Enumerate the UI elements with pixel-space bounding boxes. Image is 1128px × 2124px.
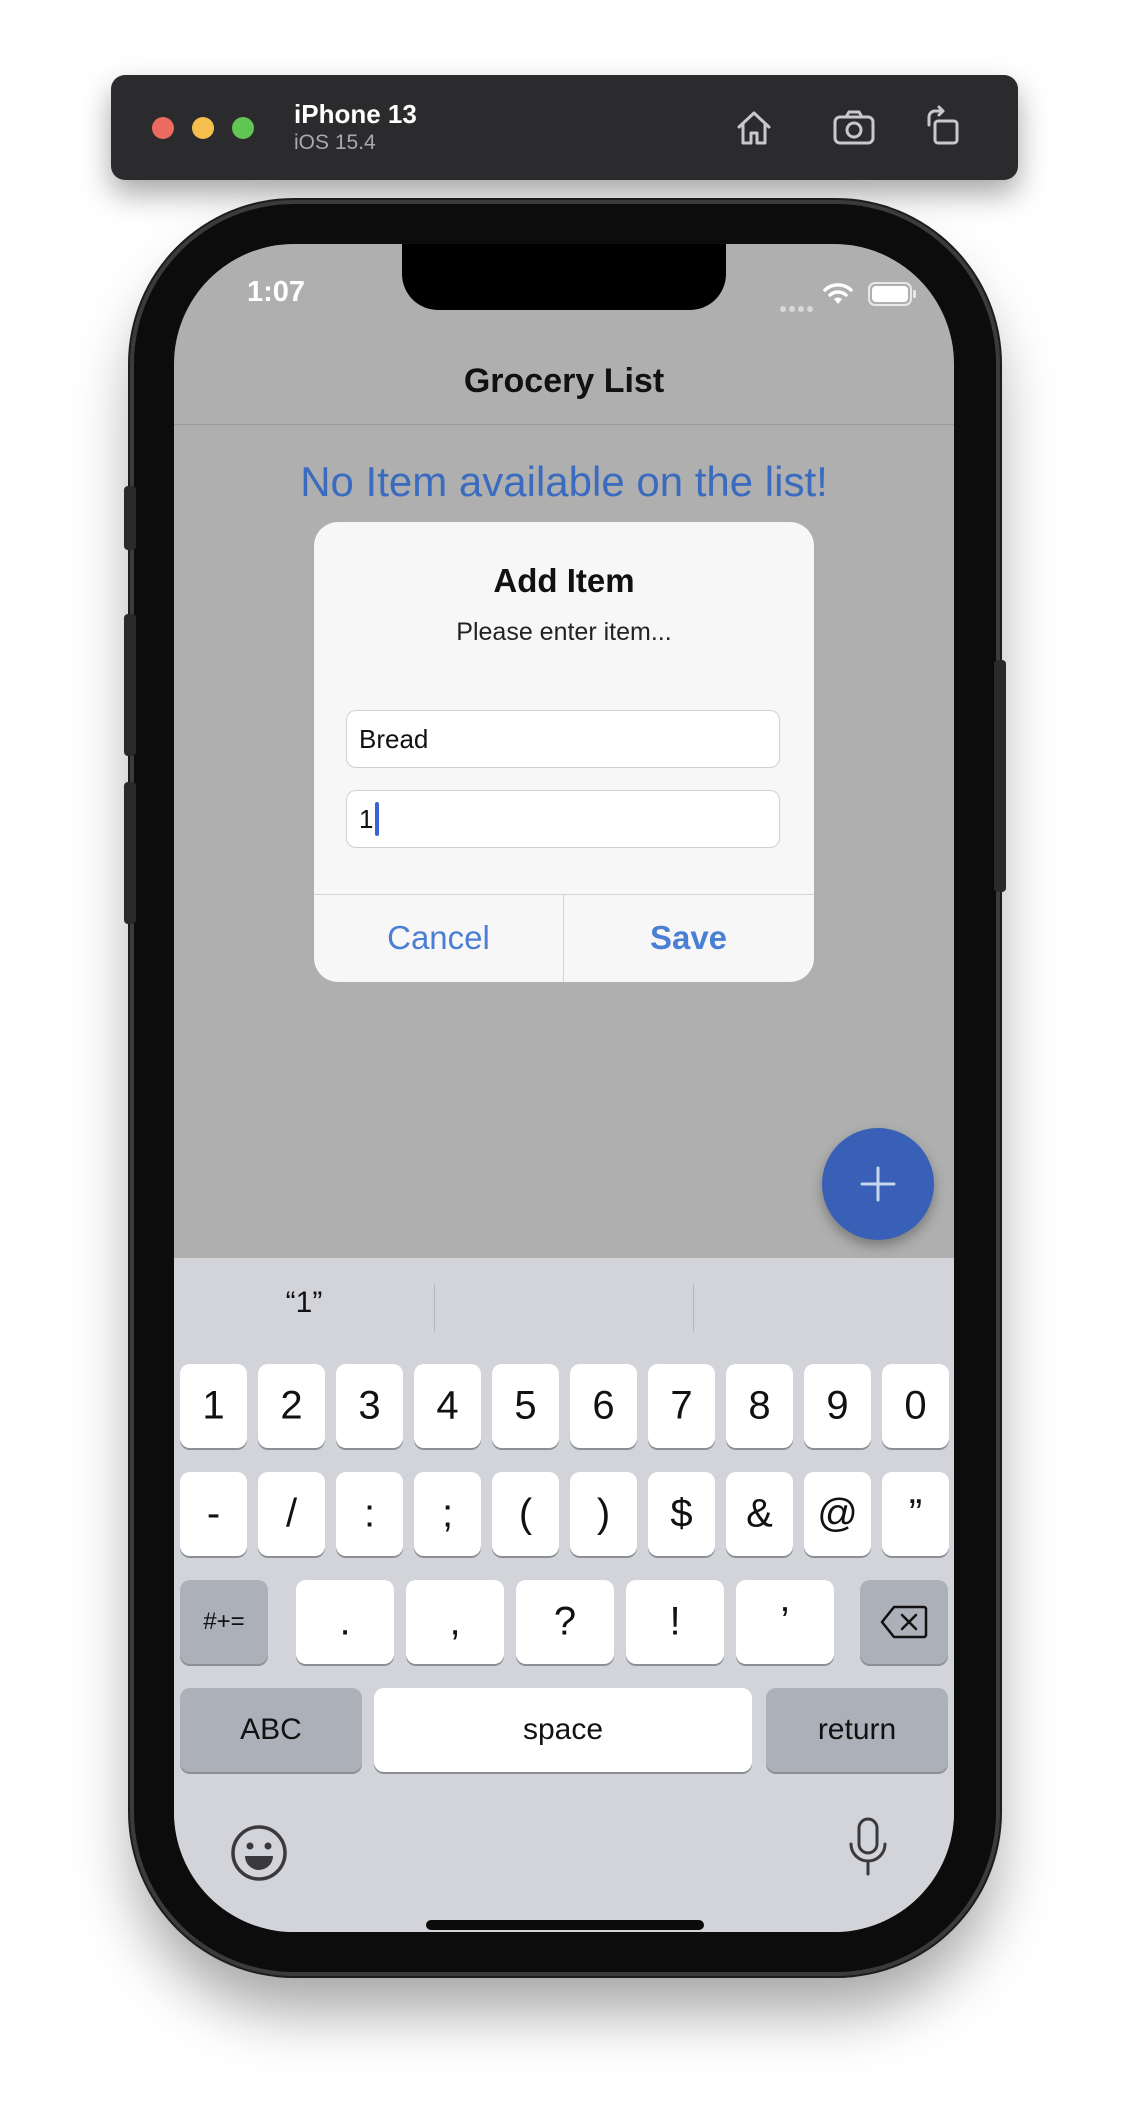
suggestion-divider xyxy=(434,1284,435,1332)
minimize-window-button[interactable] xyxy=(192,117,214,139)
key-punct-4[interactable]: ( xyxy=(492,1472,559,1556)
key-punct-0[interactable]: - xyxy=(180,1472,247,1556)
text-cursor xyxy=(375,802,380,837)
mic-icon[interactable] xyxy=(846,1816,890,1885)
suggestion-item[interactable]: “1” xyxy=(174,1286,434,1320)
home-indicator xyxy=(426,1920,704,1930)
zoom-window-button[interactable] xyxy=(232,117,254,139)
key-number-3[interactable]: 4 xyxy=(414,1364,481,1448)
key-punct-1[interactable]: / xyxy=(258,1472,325,1556)
key-symbol-1[interactable]: , xyxy=(406,1580,504,1664)
key-punct-9[interactable]: ” xyxy=(882,1472,949,1556)
device-name: iPhone 13 xyxy=(294,99,417,129)
key-symbol-0[interactable]: . xyxy=(296,1580,394,1664)
home-icon[interactable] xyxy=(729,103,779,153)
plus-icon xyxy=(860,1166,896,1202)
add-item-dialog: Add Item Please enter item... Bread 1 Ca… xyxy=(314,522,814,982)
add-item-button[interactable] xyxy=(822,1128,934,1240)
quantity-value: 1 xyxy=(359,804,374,834)
key-punct-3[interactable]: ; xyxy=(414,1472,481,1556)
delete-icon xyxy=(880,1605,928,1639)
keyboard: “1” 1234567890 - /:;() $ & @” .,?!’ #+= ABC … xyxy=(174,1258,954,1932)
key-number-5[interactable]: 6 xyxy=(570,1364,637,1448)
cancel-button[interactable]: Cancel xyxy=(314,894,563,982)
power-button xyxy=(994,660,1006,892)
os-version: iOS 15.4 xyxy=(294,131,376,154)
key-number-1[interactable]: 2 xyxy=(258,1364,325,1448)
key-punct-8[interactable]: @ xyxy=(804,1472,871,1556)
key-punct-5[interactable]: ) xyxy=(570,1472,637,1556)
key-number-6[interactable]: 7 xyxy=(648,1364,715,1448)
delete-key[interactable] xyxy=(860,1580,948,1664)
space-key[interactable]: space xyxy=(374,1688,752,1772)
volume-down-button xyxy=(124,782,136,924)
item-name-value: Bread xyxy=(359,724,429,754)
page-title: Grocery List xyxy=(463,362,665,400)
key-number-4[interactable]: 5 xyxy=(492,1364,559,1448)
key-punct-6[interactable]: $ xyxy=(648,1472,715,1556)
emoji-icon[interactable] xyxy=(230,1824,288,1887)
dialog-title: Add Item xyxy=(493,562,635,599)
notch xyxy=(402,244,726,310)
suggestion-divider xyxy=(693,1284,694,1332)
key-number-0[interactable]: 1 xyxy=(180,1364,247,1448)
suggestion-bar: “1” xyxy=(174,1258,954,1358)
key-number-9[interactable]: 0 xyxy=(882,1364,949,1448)
key-symbol-4[interactable]: ’ xyxy=(736,1580,834,1664)
wifi-icon xyxy=(821,280,855,311)
nav-divider xyxy=(174,424,954,425)
item-name-field[interactable]: Bread xyxy=(346,710,780,768)
quantity-field[interactable]: 1 xyxy=(346,790,780,848)
key-number-7[interactable]: 8 xyxy=(726,1364,793,1448)
key-punct-7[interactable]: & xyxy=(726,1472,793,1556)
signal-icon xyxy=(780,299,816,317)
return-key[interactable]: return xyxy=(766,1688,948,1772)
key-punct-2[interactable]: : xyxy=(336,1472,403,1556)
key-symbol-2[interactable]: ? xyxy=(516,1580,614,1664)
dialog-message: Please enter item... xyxy=(456,618,672,646)
volume-up-button xyxy=(124,614,136,756)
close-window-button[interactable] xyxy=(152,117,174,139)
empty-list-message: No Item available on the list! xyxy=(300,458,828,505)
save-button[interactable]: Save xyxy=(564,894,813,982)
phone-screen: 1:07 Grocery List No Item available on t… xyxy=(174,244,954,1932)
battery-icon xyxy=(868,282,918,311)
key-number-2[interactable]: 3 xyxy=(336,1364,403,1448)
abc-key[interactable]: ABC xyxy=(180,1688,362,1772)
rotate-icon[interactable] xyxy=(919,103,969,153)
key-symbol-3[interactable]: ! xyxy=(626,1580,724,1664)
silent-switch xyxy=(124,486,136,550)
more-symbols-key[interactable]: #+= xyxy=(180,1580,268,1664)
status-time: 1:07 xyxy=(247,276,306,308)
simulator-toolbar: iPhone 13 iOS 15.4 xyxy=(111,75,1018,180)
key-number-8[interactable]: 9 xyxy=(804,1364,871,1448)
camera-icon[interactable] xyxy=(829,103,879,153)
